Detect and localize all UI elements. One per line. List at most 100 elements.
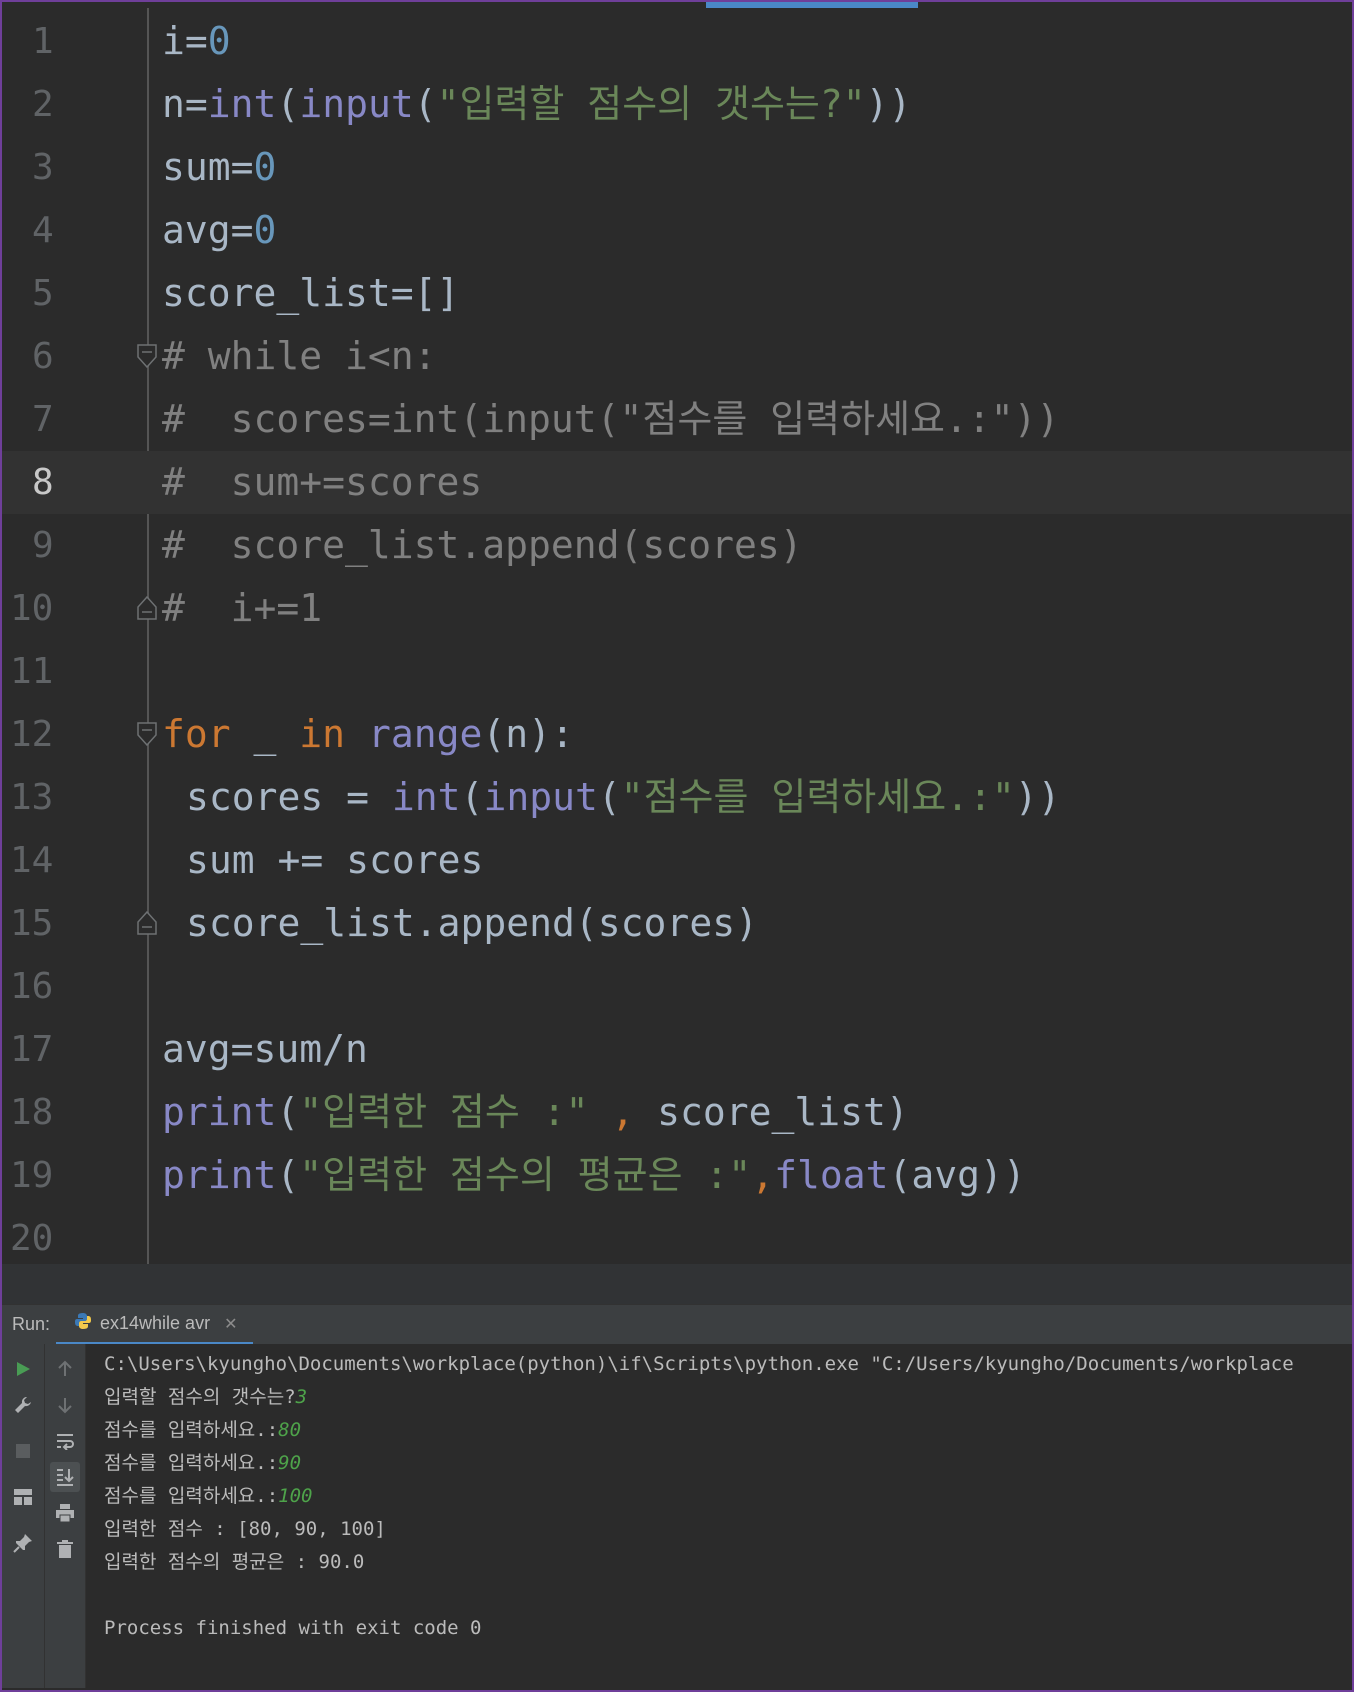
fold-close-icon[interactable] — [136, 595, 158, 621]
line-number: 8 — [32, 462, 54, 503]
console-output[interactable]: C:\Users\kyungho\Documents\workplace(pyt… — [86, 1344, 1352, 1688]
code-token: ( — [276, 1090, 300, 1134]
code-line[interactable]: 4 avg=0 — [2, 199, 1352, 262]
code-token: ( — [276, 1153, 300, 1197]
console-text: 점수를 입력하세요.: — [104, 1485, 279, 1507]
line-number: 12 — [10, 714, 54, 755]
code-text: # while i<n: — [162, 325, 437, 388]
code-token: i — [162, 19, 185, 63]
fold-open-icon[interactable] — [136, 343, 158, 369]
line-number: 19 — [10, 1155, 54, 1196]
code-line[interactable]: 13 scores = int(input("점수를 입력하세요.:")) — [2, 766, 1352, 829]
code-line[interactable]: 12 for _ in range(n): — [2, 703, 1352, 766]
run-icon[interactable] — [8, 1354, 38, 1384]
code-token: 0 — [207, 19, 231, 63]
layout-icon[interactable] — [8, 1482, 38, 1512]
code-line[interactable]: 6 # while i<n: — [2, 325, 1352, 388]
code-token: ( — [460, 775, 484, 819]
line-number: 14 — [10, 840, 54, 881]
print-icon[interactable] — [50, 1498, 80, 1528]
code-line[interactable]: 10 # i+=1 — [2, 577, 1352, 640]
line-number: 13 — [10, 777, 54, 818]
console-text: 입력한 점수의 평균은 : 90.0 — [104, 1551, 365, 1573]
console-user-input: 100 — [278, 1485, 313, 1507]
code-line[interactable]: 3 sum=0 — [2, 136, 1352, 199]
up-arrow-icon[interactable] — [50, 1354, 80, 1384]
line-number: 20 — [10, 1218, 54, 1259]
code-text: for _ in range(n): — [162, 703, 574, 766]
code-text: # sum+=scores — [162, 451, 482, 514]
console-user-input: 3 — [295, 1386, 308, 1408]
code-line[interactable]: 17 avg=sum/n — [2, 1018, 1352, 1081]
code-text: # scores=int(input("점수를 입력하세요.:")) — [162, 388, 1059, 451]
code-line[interactable]: 8 # sum+=scores — [2, 451, 1352, 514]
code-token: int — [207, 82, 277, 126]
code-text: score_list=[] — [162, 262, 459, 325]
wrench-icon[interactable] — [8, 1390, 38, 1420]
fold-close-icon[interactable] — [136, 910, 158, 936]
trash-icon[interactable] — [50, 1534, 80, 1564]
soft-wrap-icon[interactable] — [50, 1426, 80, 1456]
run-toolbar-secondary — [45, 1344, 86, 1688]
code-token: )) — [865, 82, 912, 126]
line-number: 11 — [10, 651, 54, 692]
line-number: 3 — [32, 147, 54, 188]
panel-separator — [2, 1264, 1352, 1304]
console-line: 점수를 입력하세요.:80 — [104, 1414, 301, 1447]
run-tab-label: ex14while avr — [100, 1313, 211, 1333]
code-token: in — [299, 712, 346, 756]
code-token: 0 — [253, 145, 277, 189]
code-token: # scores=int(input("점수를 입력하세요.:")) — [162, 397, 1060, 441]
code-line[interactable]: 18 print("입력한 점수 :" , score_list) — [2, 1081, 1352, 1144]
code-text: i=0 — [162, 10, 231, 73]
code-token: n — [162, 82, 185, 126]
code-text: # i+=1 — [162, 577, 322, 640]
code-token: 0 — [253, 208, 277, 252]
code-line[interactable]: 19 print("입력한 점수의 평균은 :",float(avg)) — [2, 1144, 1352, 1207]
run-tab[interactable]: ex14while avr ✕ — [56, 1305, 254, 1345]
pin-icon[interactable] — [8, 1528, 38, 1558]
close-icon[interactable]: ✕ — [224, 1314, 237, 1334]
code-line[interactable]: 14 sum += scores — [2, 829, 1352, 892]
python-file-icon — [74, 1312, 92, 1335]
code-editor[interactable]: 1 i=0 2 n=int(input("입력할 점수의 갯수는?")) 3 sum=0 4… — [2, 8, 1352, 1264]
down-arrow-icon[interactable] — [50, 1390, 80, 1420]
stop-icon[interactable] — [8, 1436, 38, 1466]
code-line[interactable]: 16 — [2, 955, 1352, 1018]
code-text: print("입력한 점수 :" , score_list) — [162, 1081, 909, 1144]
console-text: C:\Users\kyungho\Documents\workplace(pyt… — [104, 1353, 1294, 1375]
code-line[interactable]: 11 — [2, 640, 1352, 703]
code-token: sum — [162, 145, 231, 189]
console-user-input: 80 — [278, 1419, 302, 1441]
code-token: ( — [597, 775, 621, 819]
code-token: float — [774, 1153, 889, 1197]
code-token: ( — [413, 82, 437, 126]
code-token: )) — [1014, 775, 1061, 819]
code-line[interactable]: 20 — [2, 1207, 1352, 1270]
code-token: # score_list.append(scores) — [162, 523, 803, 567]
code-line[interactable]: 5 score_list=[] — [2, 262, 1352, 325]
scroll-to-end-icon[interactable] — [50, 1462, 80, 1492]
console-line: 입력할 점수의 갯수는?3 — [104, 1381, 307, 1414]
code-token: print — [162, 1153, 277, 1197]
code-line[interactable]: 2 n=int(input("입력할 점수의 갯수는?")) — [2, 73, 1352, 136]
code-token: "입력할 점수의 갯수는?" — [436, 82, 866, 126]
line-number: 18 — [10, 1092, 54, 1133]
code-line[interactable]: 15 score_list.append(scores) — [2, 892, 1352, 955]
console-text: 입력한 점수 : [80, 90, 100] — [104, 1518, 386, 1540]
code-token: (n): — [482, 712, 574, 756]
run-label: Run: — [12, 1314, 51, 1334]
line-number: 15 — [10, 903, 54, 944]
code-line[interactable]: 9 # score_list.append(scores) — [2, 514, 1352, 577]
code-line[interactable]: 1 i=0 — [2, 10, 1352, 73]
code-line[interactable]: 7 # scores=int(input("점수를 입력하세요.:")) — [2, 388, 1352, 451]
code-token: _ — [230, 712, 300, 756]
code-token: = — [184, 19, 208, 63]
fold-open-icon[interactable] — [136, 721, 158, 747]
code-text: sum=0 — [162, 136, 276, 199]
code-token: = — [230, 145, 254, 189]
console-text: Process finished with exit code 0 — [104, 1617, 482, 1639]
code-token: for — [162, 712, 231, 756]
code-token: ( — [276, 82, 300, 126]
